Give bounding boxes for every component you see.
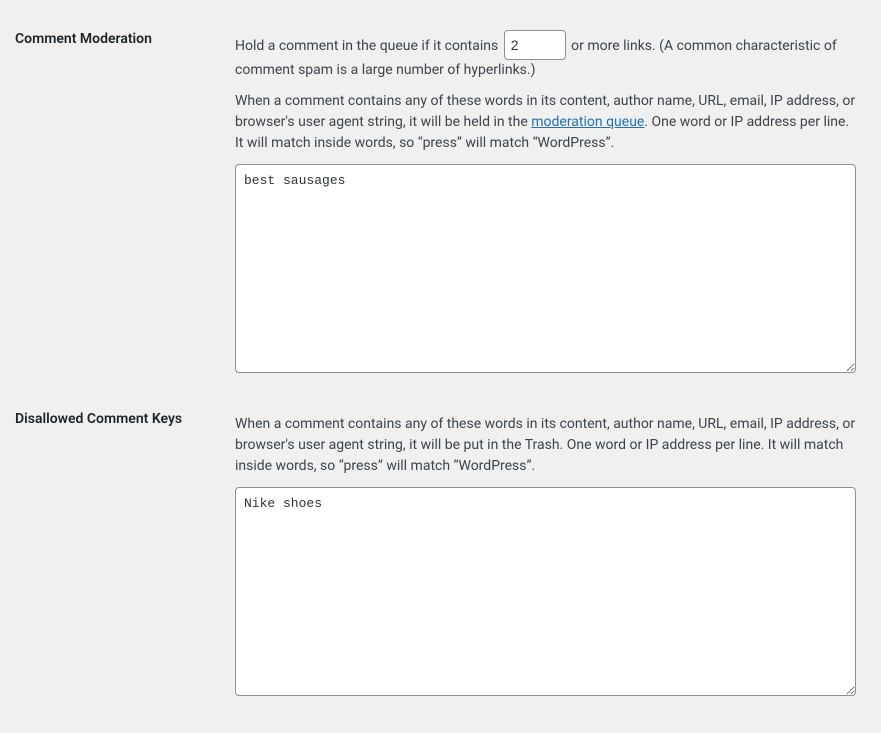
discussion-settings-table: Comment Moderation Hold a comment in the… [15, 15, 866, 718]
disallowed-keys-heading: Disallowed Comment Keys [15, 395, 225, 718]
moderation-keys-textarea[interactable] [235, 164, 856, 373]
moderation-keys-wrap [235, 164, 856, 380]
comment-max-links-paragraph: Hold a comment in the queue if it contai… [235, 30, 856, 81]
comment-max-links-input[interactable] [504, 30, 566, 60]
comment-moderation-cell: Hold a comment in the queue if it contai… [225, 15, 866, 395]
moderation-queue-link[interactable]: moderation queue [531, 114, 644, 130]
disallowed-keys-description: When a comment contains any of these wor… [235, 414, 856, 477]
moderation-keys-description: When a comment contains any of these wor… [235, 91, 856, 154]
hold-text-before: Hold a comment in the queue if it contai… [235, 38, 502, 54]
disallowed-keys-row: Disallowed Comment Keys When a comment c… [15, 395, 866, 718]
comment-moderation-row: Comment Moderation Hold a comment in the… [15, 15, 866, 395]
disallowed-keys-cell: When a comment contains any of these wor… [225, 395, 866, 718]
comment-moderation-heading: Comment Moderation [15, 15, 225, 395]
disallowed-keys-textarea[interactable] [235, 487, 856, 696]
disallowed-keys-wrap [235, 487, 856, 703]
